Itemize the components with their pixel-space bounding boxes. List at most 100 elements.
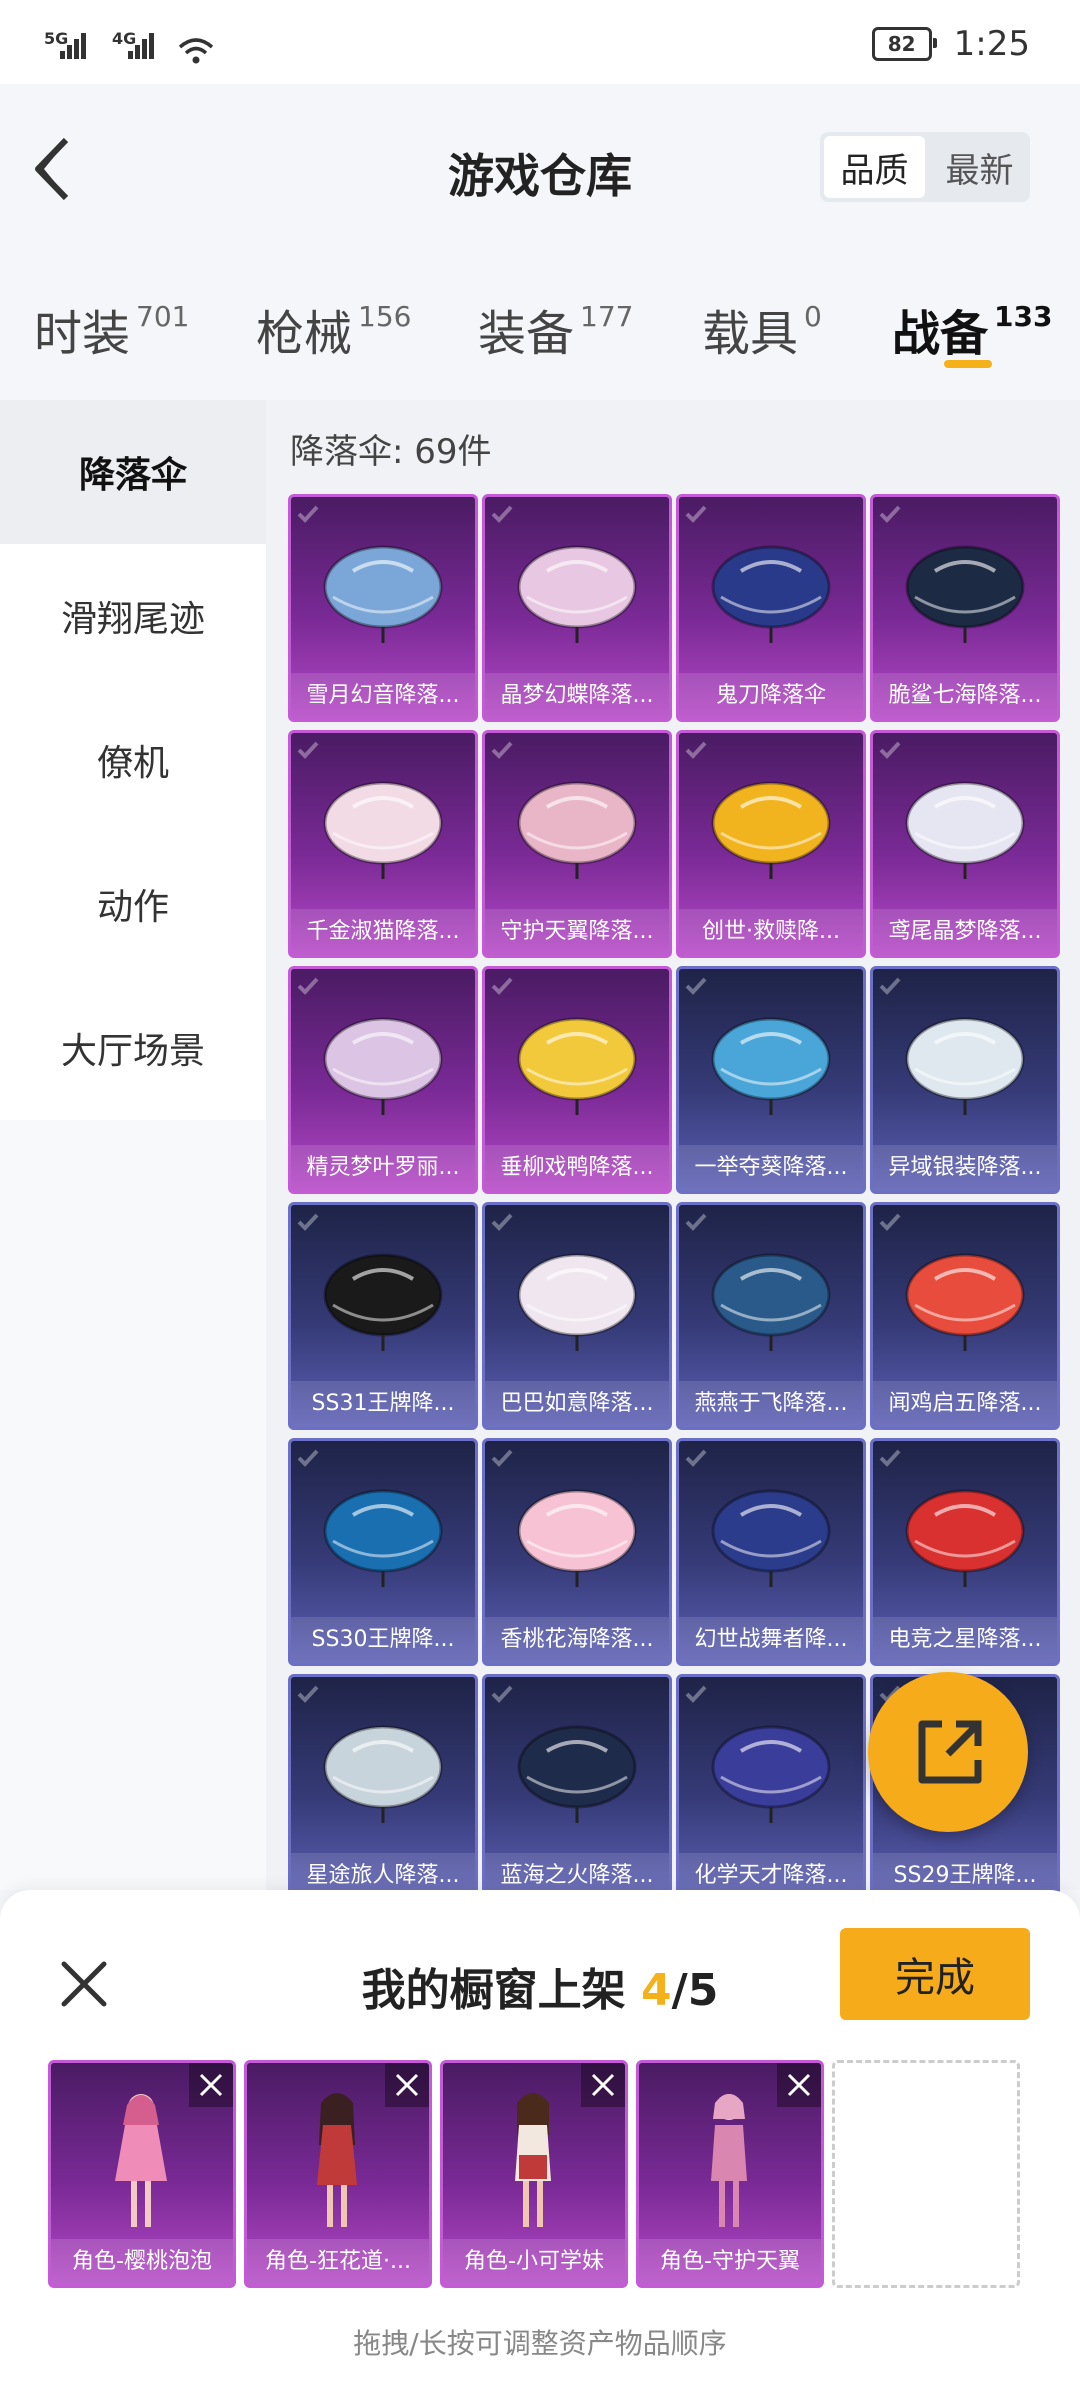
item-card[interactable]: 蓝海之火降落... [482,1674,672,1902]
close-icon [787,2073,811,2097]
battery-icon: 82 [871,27,937,61]
showcase-slot[interactable]: 角色-狂花道·... [244,2060,432,2288]
share-button[interactable] [868,1672,1028,1832]
tab-label: 载具 [702,306,799,362]
done-button[interactable]: 完成 [840,1928,1030,2020]
item-card[interactable]: 千金淑猫降落... [288,730,478,958]
parachute-icon [517,1489,637,1587]
parachute-icon [323,1489,443,1587]
item-card[interactable]: 电竞之星降落... [870,1438,1060,1666]
item-card[interactable]: 化学天才降落... [676,1674,866,1902]
item-card[interactable]: 幻世战舞者降... [676,1438,866,1666]
tab-count: 133 [994,300,1053,333]
item-card[interactable]: 精灵梦叶罗丽... [288,966,478,1194]
parachute-icon [905,1017,1025,1115]
parachute-icon [517,545,637,643]
showcase-slot[interactable]: 角色-樱桃泡泡 [48,2060,236,2288]
item-card[interactable]: SS30王牌降... [288,1438,478,1666]
sort-quality-button[interactable]: 品质 [824,136,925,198]
sidebar-item-emote[interactable]: 动作 [0,832,266,976]
item-label: 守护天翼降落... [485,909,669,955]
parachute-icon [711,1017,831,1115]
item-card[interactable]: 鬼刀降落伞 [676,494,866,722]
tab-label: 时装 [34,306,131,362]
sidebar-item-lobby-scene[interactable]: 大厅场景 [0,976,266,1120]
item-label: 鸢尾晶梦降落... [873,909,1057,955]
showcase-slot[interactable]: 角色-小可学妹 [440,2060,628,2288]
item-card[interactable]: 创世·救赎降... [676,730,866,958]
slot-label: 角色-守护天翼 [639,2239,821,2285]
checkmark-icon [879,1213,901,1231]
sort-latest-button[interactable]: 最新 [929,132,1030,202]
parachute-icon [905,545,1025,643]
item-label: 电竞之星降落... [873,1617,1057,1663]
remove-slot-button[interactable] [581,2063,625,2107]
sidebar-item-wingman[interactable]: 僚机 [0,688,266,832]
sidebar-item-parachute[interactable]: 降落伞 [0,400,266,544]
checkmark-icon [685,1685,707,1703]
checkmark-icon [297,1213,319,1231]
item-card[interactable]: 星途旅人降落... [288,1674,478,1902]
item-card[interactable]: 一举夺葵降落... [676,966,866,1194]
signal-5g-label: 5G [44,29,69,48]
parachute-icon [517,1725,637,1823]
parachute-icon [711,1725,831,1823]
item-card[interactable]: 巴巴如意降落... [482,1202,672,1430]
wifi-icon [178,38,214,64]
sidebar: 降落伞 滑翔尾迹 僚机 动作 大厅场景 [0,400,266,1890]
parachute-icon [323,1725,443,1823]
checkmark-icon [297,1449,319,1467]
showcase-panel: 我的橱窗上架 4/5 完成 角色-樱桃泡泡 角色-狂花道·... 角色-小可学妹… [0,1890,1080,2400]
item-card[interactable]: 脆鲨七海降落... [870,494,1060,722]
checkmark-icon [879,1449,901,1467]
tab-combat-gear[interactable]: 战备 133 [892,294,1052,364]
item-card[interactable]: 守护天翼降落... [482,730,672,958]
item-card[interactable]: 香桃花海降落... [482,1438,672,1666]
item-card[interactable]: 晶梦幻蝶降落... [482,494,672,722]
item-label: 鬼刀降落伞 [679,673,863,719]
item-label: 香桃花海降落... [485,1617,669,1663]
signal-5g-icon: 5G [44,29,88,65]
tab-fashion[interactable]: 时装 701 [34,294,189,364]
parachute-icon [517,1253,637,1351]
checkmark-icon [491,741,513,759]
item-card[interactable]: 鸢尾晶梦降落... [870,730,1060,958]
item-card[interactable]: 雪月幻音降落... [288,494,478,722]
item-count-label: 降落伞: 69件 [290,432,492,472]
remove-slot-button[interactable] [777,2063,821,2107]
remove-slot-button[interactable] [385,2063,429,2107]
parachute-icon [323,1253,443,1351]
parachute-icon [323,781,443,879]
checkmark-icon [879,977,901,995]
remove-slot-button[interactable] [189,2063,233,2107]
content-area: 降落伞 滑翔尾迹 僚机 动作 大厅场景 降落伞: 69件 雪月幻音降落... 晶梦… [0,400,1080,1902]
item-card[interactable]: SS31王牌降... [288,1202,478,1430]
item-card[interactable]: 垂柳戏鸭降落... [482,966,672,1194]
checkmark-icon [491,1685,513,1703]
parachute-icon [711,1253,831,1351]
category-tabs: 时装 701 枪械 156 装备 177 载具 0 战备 133 [0,270,1080,400]
item-card[interactable]: 异域银装降落... [870,966,1060,1194]
checkmark-icon [491,977,513,995]
item-card[interactable]: 燕燕于飞降落... [676,1202,866,1430]
item-label: 异域银装降落... [873,1145,1057,1191]
item-label: SS30王牌降... [291,1617,475,1663]
tab-guns[interactable]: 枪械 156 [256,294,411,364]
sidebar-item-glide-trail[interactable]: 滑翔尾迹 [0,544,266,688]
tab-equipment[interactable]: 装备 177 [478,294,633,364]
showcase-slot[interactable]: 角色-守护天翼 [636,2060,824,2288]
checkmark-icon [297,977,319,995]
parachute-icon [517,1017,637,1115]
empty-showcase-slot[interactable] [832,2060,1020,2288]
item-label: 燕燕于飞降落... [679,1381,863,1427]
parachute-icon [711,1489,831,1587]
slot-label: 角色-狂花道·... [247,2239,429,2285]
tab-vehicles[interactable]: 载具 0 [702,294,822,364]
parachute-icon [905,1253,1025,1351]
item-card[interactable]: 闻鸡启五降落... [870,1202,1060,1430]
showcase-total-count: /5 [671,1965,719,2016]
checkmark-icon [685,1449,707,1467]
item-label: SS31王牌降... [291,1381,475,1427]
signal-4g-label: 4G [112,29,137,48]
tab-count: 701 [136,300,190,333]
